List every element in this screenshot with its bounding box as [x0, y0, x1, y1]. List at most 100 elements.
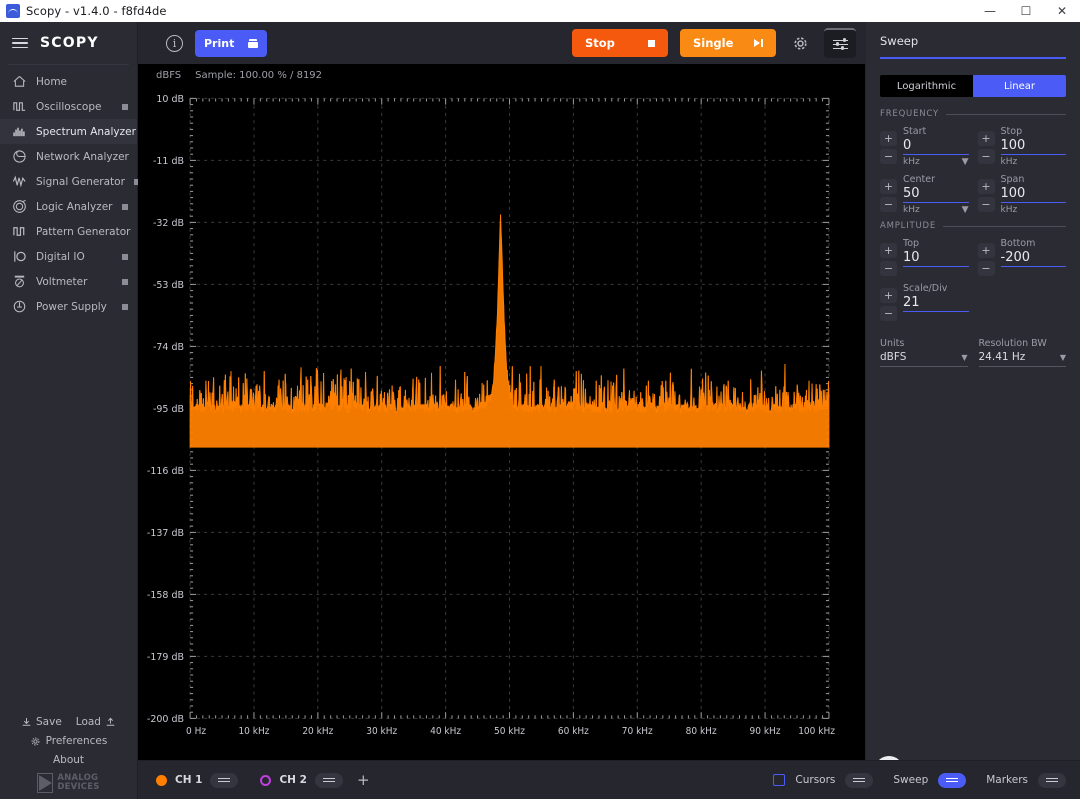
span-input[interactable]: 100	[1000, 186, 1066, 203]
svg-text:-74 dB: -74 dB	[153, 342, 184, 353]
channel-ch1[interactable]: CH 1	[156, 772, 239, 788]
sidebar-item-spectrum-analyzer[interactable]: Spectrum Analyzer	[0, 119, 152, 144]
svg-text:-53 dB: -53 dB	[153, 280, 184, 291]
bottom-label: Bottom	[1000, 238, 1036, 249]
cursors-label: Cursors	[795, 774, 836, 786]
window-titlebar: Scopy - v1.4.0 - f8fd4de — ☐ ✕	[0, 0, 1080, 22]
maximize-button[interactable]: ☐	[1008, 0, 1044, 22]
sidebar-item-label: Home	[36, 75, 68, 88]
sidebar-item-oscilloscope[interactable]: Oscilloscope	[0, 94, 137, 119]
sidebar-item-logic-analyzer[interactable]: Logic Analyzer	[0, 194, 137, 219]
center-unit-select[interactable]: kHz ▼	[903, 205, 969, 215]
stop-field-group: + − Stop 100 kHz	[977, 125, 1066, 167]
power-supply-icon	[12, 299, 27, 314]
scale-div-decrement-button[interactable]: −	[880, 306, 897, 321]
start-decrement-button[interactable]: −	[880, 149, 897, 164]
channel-ch2[interactable]: CH 2	[260, 772, 343, 788]
sliders-icon	[1046, 777, 1058, 784]
frequency-section-label: FREQUENCY	[880, 109, 939, 119]
cursors-settings-button[interactable]	[845, 772, 874, 788]
logarithmic-option[interactable]: Logarithmic	[880, 75, 973, 97]
panel-title-underline	[880, 57, 1066, 59]
panel-toggle-button[interactable]	[824, 28, 856, 58]
sidebar-item-label: Power Supply	[36, 300, 107, 313]
save-button[interactable]: Save	[21, 716, 62, 728]
bottom-decrement-button[interactable]: −	[977, 261, 995, 276]
sidebar-item-digital-io[interactable]: Digital IO	[0, 244, 137, 269]
stop-indicator-icon	[122, 203, 128, 210]
add-channel-button[interactable]: +	[353, 771, 374, 789]
ch2-settings-button[interactable]	[314, 772, 343, 788]
top-input[interactable]: 10	[903, 250, 969, 267]
single-step-icon	[754, 39, 763, 47]
info-icon[interactable]: i	[166, 34, 183, 52]
about-label: About	[52, 754, 85, 766]
scale-div-input[interactable]: 21	[903, 295, 969, 312]
stop-increment-button[interactable]: +	[977, 131, 995, 146]
settings-gear-button[interactable]	[788, 31, 812, 55]
sidebar-item-pattern-generator[interactable]: Pattern Generator	[0, 219, 146, 244]
about-button[interactable]: About	[10, 754, 127, 766]
units-label: Units	[880, 338, 905, 349]
top-toolbar: i Print Stop Single	[138, 22, 866, 64]
sweep-settings-button[interactable]	[938, 772, 967, 788]
start-increment-button[interactable]: +	[880, 131, 897, 146]
sliders-icon	[218, 777, 231, 784]
stop-decrement-button[interactable]: −	[977, 149, 995, 164]
start-input[interactable]: 0	[903, 138, 969, 155]
sliders-icon	[946, 777, 959, 784]
sidebar-item-voltmeter[interactable]: Voltmeter	[0, 269, 137, 294]
svg-text:-200 dB: -200 dB	[147, 714, 184, 725]
save-icon	[22, 717, 31, 726]
plot-units-label: dBFS	[156, 69, 182, 81]
center-increment-button[interactable]: +	[880, 179, 897, 194]
scale-mode-toggle[interactable]: Logarithmic Linear	[880, 75, 1066, 97]
cursors-checkbox[interactable]	[773, 774, 786, 786]
sidebar: SCOPY Home Oscilloscope Spectrum Analyze…	[0, 22, 152, 799]
single-button[interactable]: Single	[680, 29, 776, 57]
top-decrement-button[interactable]: −	[880, 261, 897, 276]
bottom-stepper: + −	[977, 237, 995, 276]
close-button[interactable]: ✕	[1044, 0, 1080, 22]
scale-div-row: + − Scale/Div 21	[880, 282, 1066, 321]
svg-text:-179 dB: -179 dB	[147, 652, 184, 663]
load-button[interactable]: Load	[76, 716, 116, 728]
menu-toggle-icon[interactable]	[12, 37, 28, 49]
preferences-button[interactable]: Preferences	[10, 735, 127, 747]
top-increment-button[interactable]: +	[880, 243, 897, 258]
bottom-increment-button[interactable]: +	[977, 243, 995, 258]
stop-button[interactable]: Stop	[572, 29, 668, 57]
span-decrement-button[interactable]: −	[977, 197, 995, 212]
sliders-icon	[853, 777, 866, 784]
ch1-settings-button[interactable]	[210, 772, 239, 788]
span-increment-button[interactable]: +	[977, 179, 995, 194]
chevron-down-icon: ▼	[961, 205, 969, 215]
scale-div-increment-button[interactable]: +	[880, 288, 897, 303]
plot-canvas[interactable]: 10 dB -11 dB -32 dB -53 dB -74 dB -95 dB -116 …	[138, 86, 865, 799]
minimize-button[interactable]: —	[972, 0, 1008, 22]
markers-label: Markers	[986, 774, 1028, 786]
oscilloscope-icon	[12, 99, 27, 114]
signal-generator-icon	[12, 174, 27, 189]
spectrum-plot[interactable]: dBFS Sample: 100.00 % / 8192 10 dB -11 dB…	[138, 64, 865, 799]
sidebar-item-signal-generator[interactable]: Signal Generator	[0, 169, 140, 194]
stop-input[interactable]: 100	[1000, 138, 1066, 155]
panel-title: Sweep	[880, 34, 919, 48]
sidebar-item-power-supply[interactable]: Power Supply	[0, 294, 137, 319]
start-unit-select[interactable]: kHz ▼	[903, 157, 969, 167]
print-button[interactable]: Print	[195, 29, 267, 57]
bottom-input[interactable]: -200	[1000, 250, 1066, 267]
svg-text:-116 dB: -116 dB	[147, 466, 184, 477]
units-select[interactable]: dBFS ▼	[880, 351, 968, 367]
gear-icon	[31, 737, 39, 745]
center-input[interactable]: 50	[903, 186, 969, 203]
svg-text:-11 dB: -11 dB	[153, 156, 184, 167]
markers-settings-button[interactable]	[1038, 772, 1066, 788]
sidebar-item-network-analyzer[interactable]: Network Analyzer	[0, 144, 144, 169]
resolution-bw-select[interactable]: 24.41 Hz ▼	[978, 351, 1066, 367]
center-decrement-button[interactable]: −	[880, 197, 897, 212]
app-body: SCOPY Home Oscilloscope Spectrum Analyze…	[0, 22, 1080, 799]
sidebar-item-home[interactable]: Home	[0, 69, 137, 94]
linear-option[interactable]: Linear	[973, 75, 1066, 97]
sidebar-item-label: Voltmeter	[36, 275, 88, 288]
